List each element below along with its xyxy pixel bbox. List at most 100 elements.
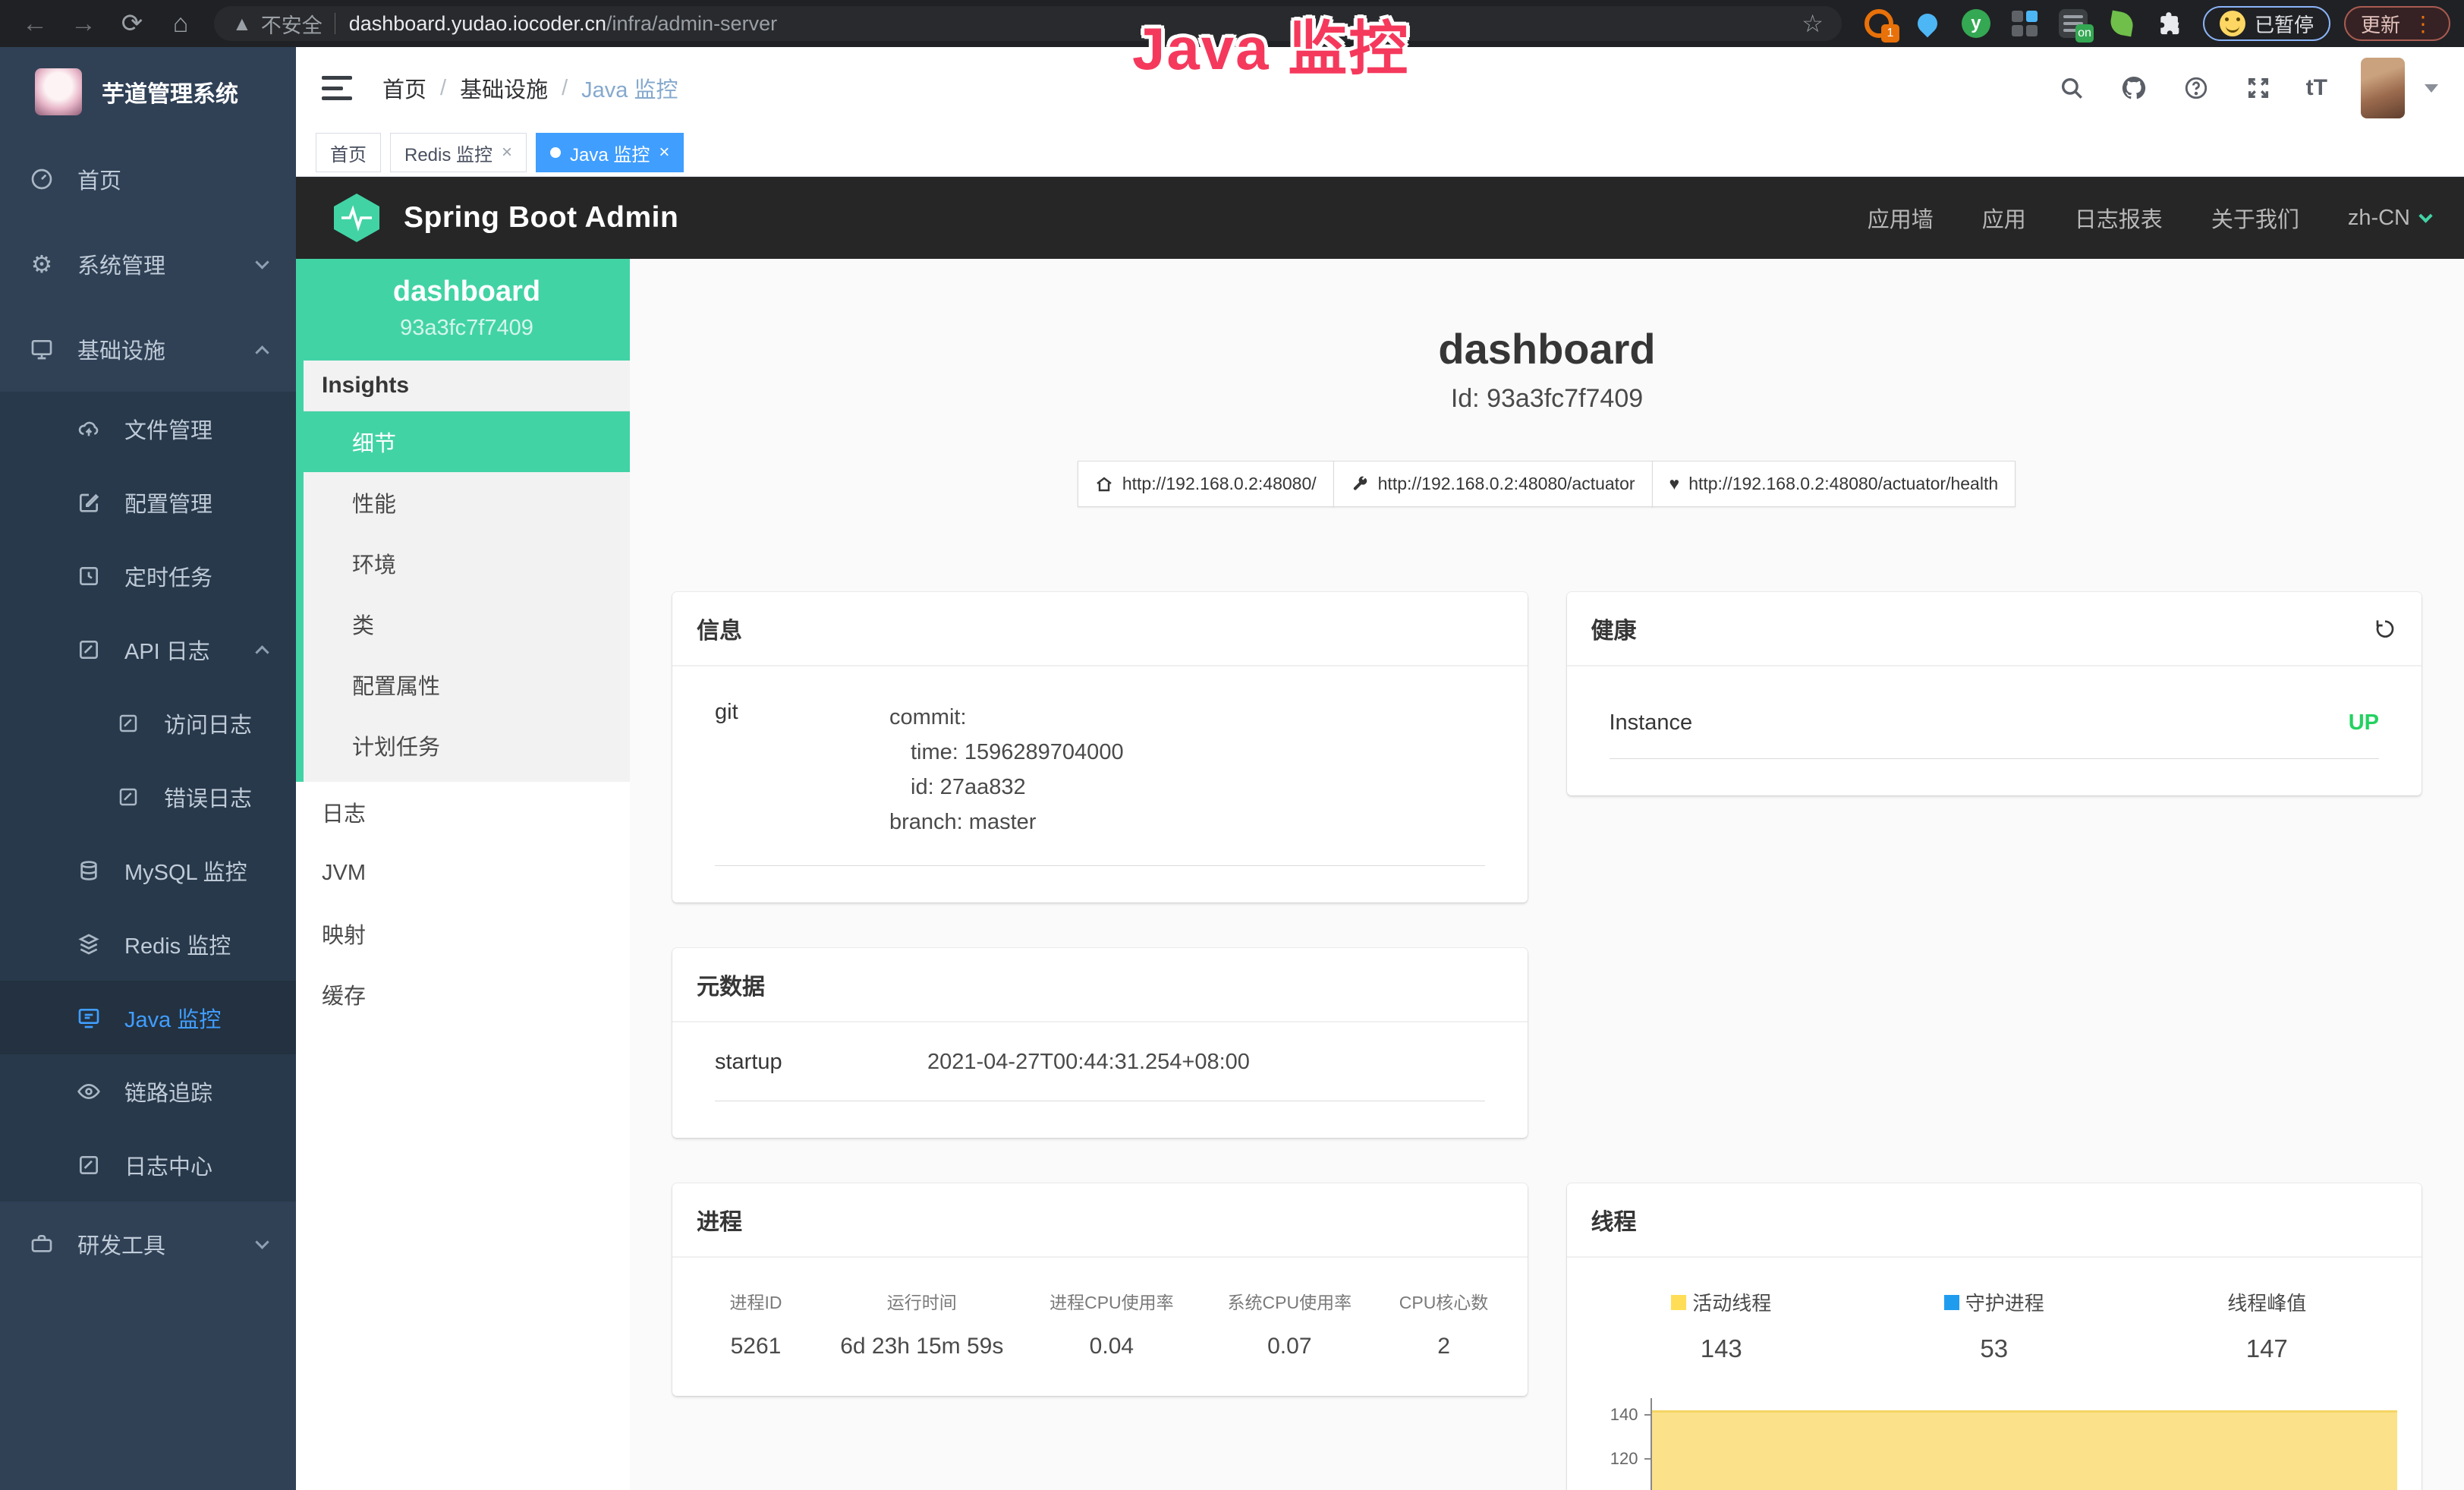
metadata-key: startup: [715, 1050, 927, 1075]
breadcrumb: 首页 / 基础设施 / Java 监控: [382, 72, 678, 104]
sidebar-item-java-monitor[interactable]: Java 监控: [0, 981, 296, 1054]
info-value: commit: time: 1596289704000 id: 27aa832 …: [889, 700, 1485, 840]
info-key: git: [715, 700, 889, 840]
gear-icon: ⚙: [29, 251, 55, 277]
app-logo[interactable]: 芋道管理系统: [0, 47, 296, 137]
sba-brand[interactable]: Spring Boot Admin: [329, 191, 678, 245]
browser-forward-icon[interactable]: →: [62, 2, 105, 45]
extension-orange-icon[interactable]: 1: [1863, 8, 1895, 39]
sba-item-classes[interactable]: 类: [304, 594, 630, 654]
process-pid: 5261: [691, 1334, 821, 1359]
extension-y-icon[interactable]: y: [1960, 8, 1992, 39]
browser-update-button[interactable]: 更新 ⋮: [2344, 6, 2450, 41]
metadata-row: startup 2021-04-27T00:44:31.254+08:00: [715, 1050, 1485, 1101]
sba-item-metrics[interactable]: 性能: [304, 472, 630, 533]
user-avatar[interactable]: [2361, 58, 2405, 118]
browser-back-icon[interactable]: ←: [14, 2, 56, 45]
active-tab-dot: [550, 147, 561, 158]
health-row: Instance UP: [1610, 700, 2380, 759]
process-col-header: 进程ID: [691, 1288, 821, 1314]
sba-item-details[interactable]: 细节: [296, 411, 630, 472]
extension-list-icon[interactable]: on: [2057, 8, 2089, 39]
github-icon[interactable]: [2119, 74, 2148, 102]
sba-instance-panel[interactable]: dashboard 93a3fc7f7409: [296, 259, 630, 361]
sidebar-item-error-log[interactable]: 错误日志: [0, 760, 296, 833]
extension-on-badge: on: [2075, 24, 2094, 43]
browser-menu-icon[interactable]: ⋮: [2412, 11, 2434, 36]
sba-nav-journal[interactable]: 日志报表: [2075, 202, 2163, 234]
sidebar-item-file-manage[interactable]: 文件管理: [0, 392, 296, 465]
extension-badge: 1: [1881, 24, 1899, 43]
threads-legend: 活动线程 143 守护进程 53 线程峰值 147: [1585, 1288, 2404, 1363]
history-icon[interactable]: [2373, 616, 2397, 641]
chevron-down-icon: [255, 255, 269, 269]
tab-home[interactable]: 首页: [316, 133, 381, 172]
app-title: 芋道管理系统: [102, 75, 238, 109]
sidebar-item-mysql-monitor[interactable]: MySQL 监控: [0, 833, 296, 907]
sba-item-logs[interactable]: 日志: [296, 782, 630, 843]
sba-content: dashboard Id: 93a3fc7f7409 http://192.16…: [630, 259, 2464, 1490]
sidebar-item-access-log[interactable]: 访问日志: [0, 686, 296, 760]
sba-item-scheduled-tasks[interactable]: 计划任务: [304, 715, 630, 776]
tab-close-icon[interactable]: ×: [659, 142, 669, 163]
browser-reload-icon[interactable]: ⟳: [111, 2, 153, 45]
url-domain: dashboard.yudao.iocoder.cn: [349, 12, 606, 36]
sidebar-item-api-log[interactable]: API 日志: [0, 613, 296, 686]
infra-submenu: 文件管理 配置管理 定时任务 API 日志 访问日志 错误日志: [0, 392, 296, 1202]
layers-icon: [76, 931, 102, 957]
browser-home-icon[interactable]: ⌂: [159, 2, 202, 45]
health-url-button[interactable]: ♥ http://192.168.0.2:48080/actuator/heal…: [1652, 461, 2016, 507]
sba-insights-group: Insights 细节 性能 环境 类 配置属性 计划任务: [296, 361, 630, 782]
search-icon[interactable]: [2057, 74, 2086, 102]
address-bar[interactable]: ▲ 不安全 dashboard.yudao.iocoder.cn/infra/a…: [214, 6, 1842, 41]
sidebar-item-infra[interactable]: 基础设施: [0, 307, 296, 392]
process-cpu: 0.04: [1023, 1334, 1201, 1359]
breadcrumb-infra[interactable]: 基础设施: [460, 72, 548, 104]
legend-live-threads: 活动线程 143: [1585, 1288, 1858, 1363]
threads-chart-plot: [1651, 1398, 2398, 1490]
font-size-icon[interactable]: tT: [2306, 75, 2327, 101]
user-menu-caret-icon[interactable]: [2425, 84, 2438, 93]
sidebar-item-home[interactable]: 首页: [0, 137, 296, 222]
sba-item-mappings[interactable]: 映射: [296, 903, 630, 964]
log-edit-icon: [115, 710, 141, 736]
extension-grid-icon[interactable]: [2009, 8, 2041, 39]
sba-nav-wallboard[interactable]: 应用墙: [1868, 202, 1934, 234]
bookmark-star-icon[interactable]: ☆: [1802, 9, 1824, 38]
update-label: 更新: [2361, 10, 2400, 38]
sba-item-environment[interactable]: 环境: [304, 533, 630, 594]
log-edit-icon: [76, 637, 102, 663]
sidebar-item-log-center[interactable]: 日志中心: [0, 1128, 296, 1202]
sidebar-item-system[interactable]: ⚙ 系统管理: [0, 222, 296, 307]
sba-item-caches[interactable]: 缓存: [296, 964, 630, 1025]
sba-item-jvm[interactable]: JVM: [296, 843, 630, 903]
sidebar-item-tracing[interactable]: 链路追踪: [0, 1054, 296, 1128]
sidebar-toggle-icon[interactable]: [322, 76, 352, 100]
sba-item-config-props[interactable]: 配置属性: [304, 654, 630, 715]
app-logo-image: [35, 68, 82, 115]
tab-redis-monitor[interactable]: Redis 监控 ×: [390, 133, 527, 172]
extension-pin-icon[interactable]: [1912, 8, 1943, 39]
instance-id-line: Id: 93a3fc7f7409: [630, 384, 2464, 414]
sidebar-item-dev-tools[interactable]: 研发工具: [0, 1202, 296, 1287]
extension-leaf-icon[interactable]: [2106, 8, 2138, 39]
breadcrumb-home[interactable]: 首页: [382, 72, 426, 104]
sidebar-item-scheduled-jobs[interactable]: 定时任务: [0, 539, 296, 613]
sidebar-item-config-manage[interactable]: 配置管理: [0, 465, 296, 539]
tab-java-monitor[interactable]: Java 监控 ×: [536, 133, 684, 172]
fullscreen-icon[interactable]: [2244, 74, 2273, 102]
extensions-puzzle-icon[interactable]: [2154, 8, 2186, 39]
service-url-button[interactable]: http://192.168.0.2:48080/: [1078, 461, 1334, 507]
sba-nav-applications[interactable]: 应用: [1982, 202, 2026, 234]
chevron-down-icon: [2418, 209, 2432, 222]
sba-nav-about[interactable]: 关于我们: [2211, 202, 2299, 234]
tab-close-icon[interactable]: ×: [502, 142, 512, 163]
actuator-url-button[interactable]: http://192.168.0.2:48080/actuator: [1333, 461, 1653, 507]
sidebar-item-redis-monitor[interactable]: Redis 监控: [0, 907, 296, 981]
help-icon[interactable]: [2182, 74, 2211, 102]
profile-paused-button[interactable]: 已暂停: [2203, 6, 2330, 41]
cloud-upload-icon: [76, 416, 102, 442]
daemon-threads-value: 53: [1858, 1334, 2131, 1363]
sba-locale-select[interactable]: zh-CN: [2348, 206, 2431, 231]
log-edit-icon: [115, 784, 141, 810]
